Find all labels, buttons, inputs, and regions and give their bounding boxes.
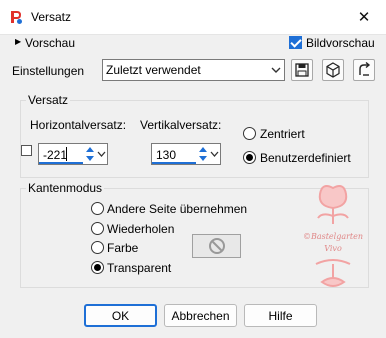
vertical-offset-label: Vertikalversatz: — [140, 118, 222, 132]
chevron-down-icon[interactable] — [97, 150, 106, 158]
window-title: Versatz — [31, 10, 72, 24]
centered-radio[interactable] — [243, 127, 256, 140]
preview-toggle[interactable]: Vorschau — [25, 36, 75, 50]
custom-radio[interactable] — [243, 151, 256, 164]
ok-button[interactable]: OK — [84, 304, 157, 327]
settings-label: Einstellungen — [12, 64, 85, 78]
vertical-offset-value: 130 — [156, 148, 177, 162]
horizontal-offset-label: Horizontalversatz: — [30, 118, 127, 132]
no-color-icon — [209, 238, 225, 254]
settings-value: Zuletzt verwendet — [106, 63, 201, 77]
help-button[interactable]: Hilfe — [244, 304, 317, 327]
vertical-offset-spinner[interactable]: 130 — [151, 143, 221, 165]
edge-option-radio[interactable] — [91, 222, 104, 235]
focus-underline — [152, 162, 196, 164]
image-preview-checkbox[interactable] — [289, 36, 302, 49]
watermark-text-1: ©Bastelgarten — [303, 232, 363, 241]
text-cursor — [66, 147, 67, 161]
chevron-down-icon[interactable] — [210, 150, 219, 158]
edge-option-label: Wiederholen — [107, 222, 175, 236]
image-preview-label: Bildvorschau — [306, 36, 375, 50]
close-button[interactable]: ✕ — [352, 7, 376, 27]
chevron-right-icon[interactable]: ▶ — [15, 37, 21, 46]
edge-option-label: Andere Seite übernehmen — [107, 202, 248, 216]
settings-dropdown[interactable]: Zuletzt verwendet — [102, 59, 285, 81]
horizontal-offset-value: -221 — [43, 148, 68, 162]
save-icon — [295, 63, 309, 77]
cube-icon — [326, 62, 340, 78]
spin-arrows-icon[interactable] — [84, 145, 96, 163]
edge-option-radio[interactable] — [91, 241, 104, 254]
cancel-button[interactable]: Abbrechen — [164, 304, 237, 327]
offset-group-frame — [20, 100, 369, 178]
color-swatch[interactable] — [192, 234, 241, 258]
save-preset-button[interactable] — [291, 59, 313, 81]
edge-option-radio[interactable] — [91, 261, 104, 274]
reset-icon — [359, 61, 371, 76]
link-offset-checkbox[interactable] — [21, 145, 32, 156]
chevron-down-icon — [271, 67, 281, 73]
watermark-logo: ©Bastelgarten Vivo — [303, 185, 363, 287]
horizontal-offset-spinner[interactable]: -221 — [38, 143, 108, 165]
edge-option-label: Transparent — [107, 261, 172, 275]
focus-underline — [39, 162, 83, 164]
offset-group-title: Versatz — [26, 93, 71, 107]
centered-label: Zentriert — [260, 127, 305, 141]
custom-label: Benutzerdefiniert — [260, 151, 351, 165]
app-icon — [11, 11, 22, 24]
edge-option-radio[interactable] — [91, 202, 104, 215]
edge-option-label: Farbe — [107, 241, 139, 255]
close-icon: ✕ — [357, 9, 371, 26]
spin-arrows-icon[interactable] — [197, 145, 209, 163]
reset-button[interactable] — [353, 59, 375, 81]
edge-mode-group-title: Kantenmodus — [26, 181, 105, 195]
preset-library-button[interactable] — [322, 59, 344, 81]
watermark-text-2: Vivo — [324, 244, 342, 253]
